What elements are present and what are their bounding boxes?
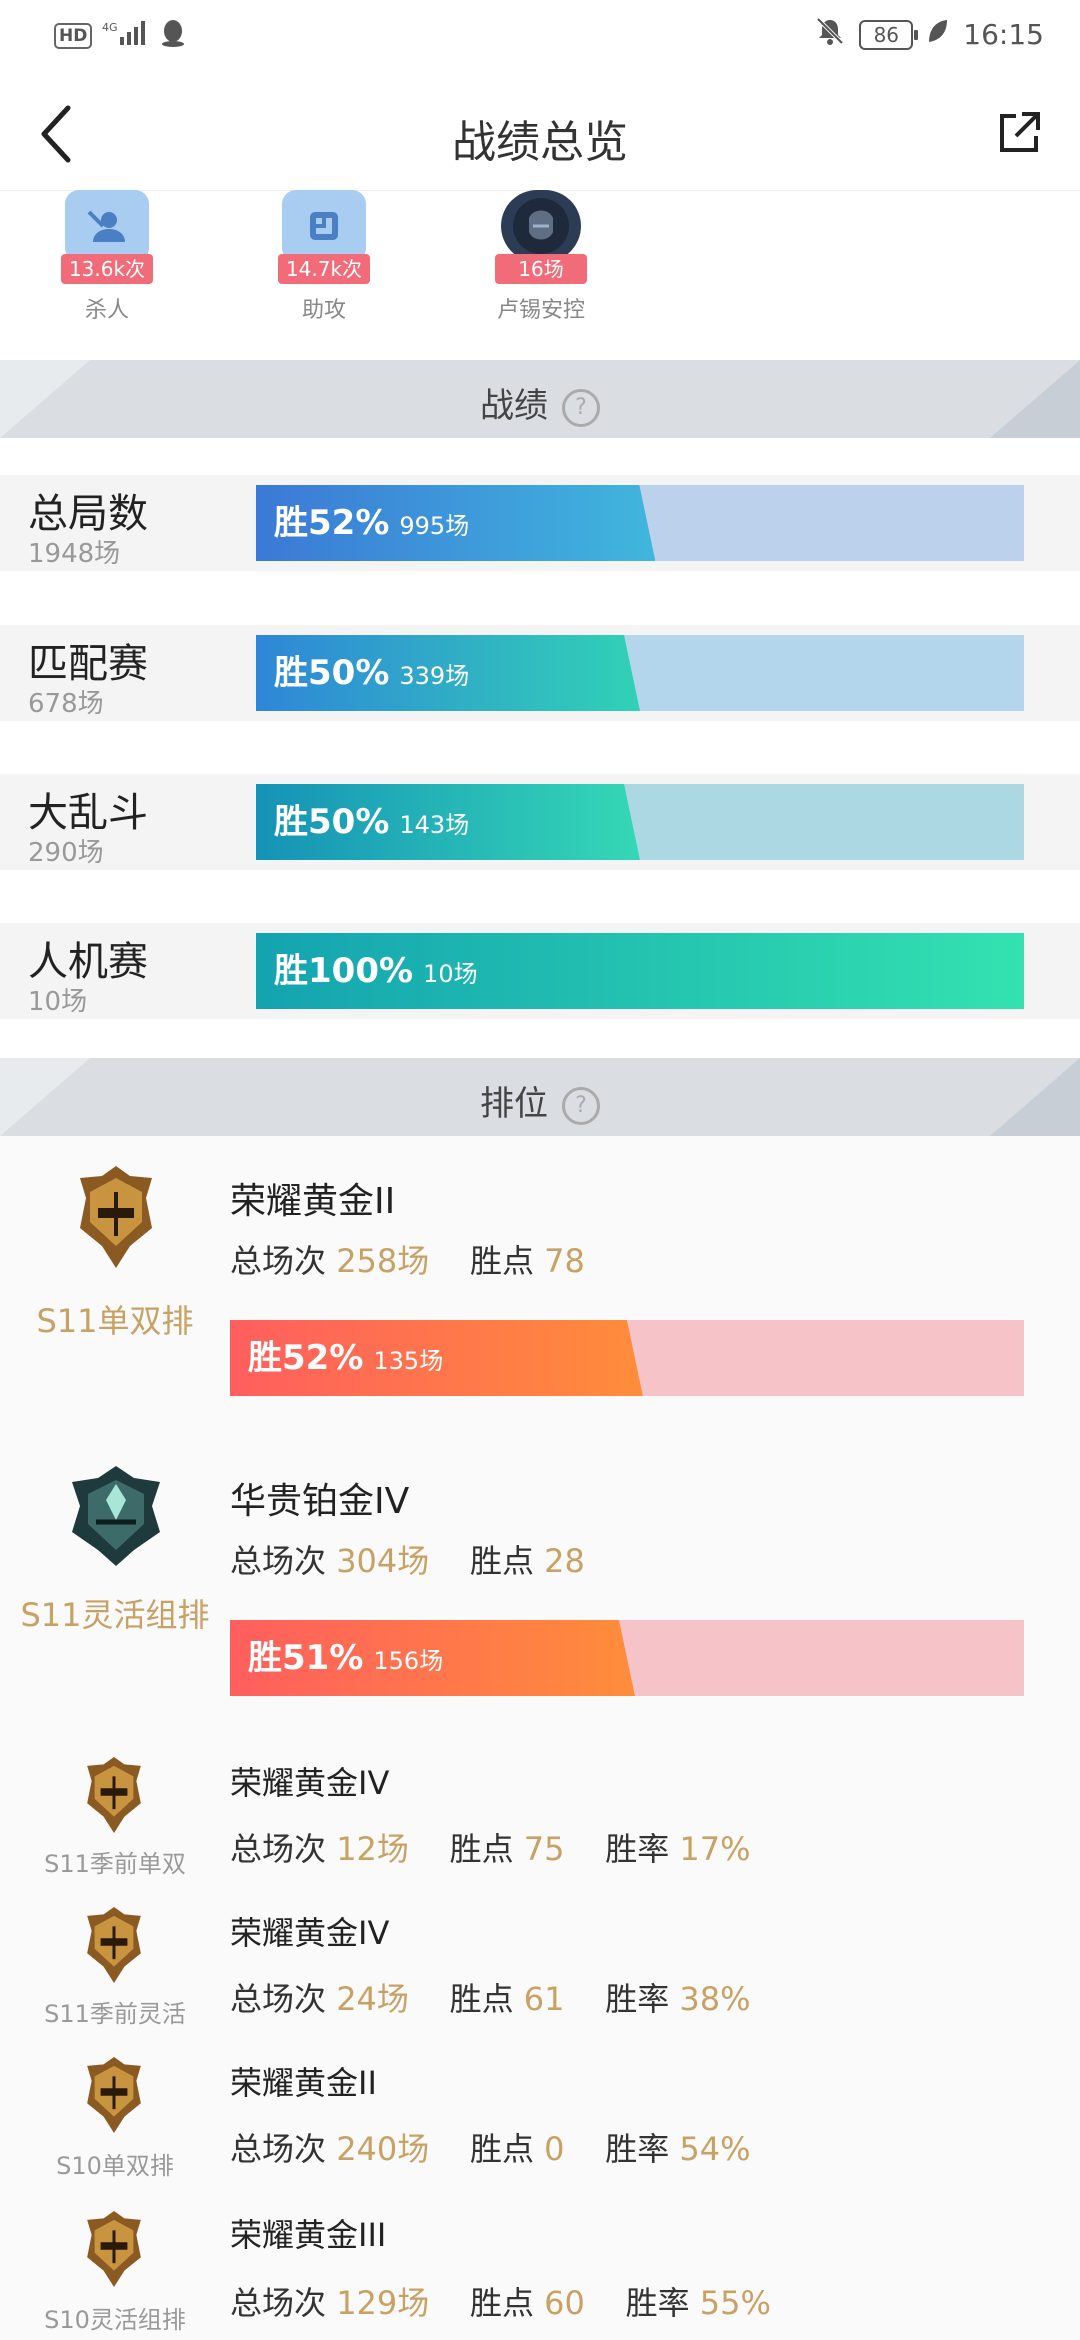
champion-caption: 卢锡安控: [496, 298, 585, 323]
season-label: S11灵活组排: [20, 1596, 210, 1634]
win-rate-bar: 胜100% 10场: [256, 933, 1024, 1009]
rank-section-label: 排位: [480, 1084, 548, 1124]
rank-row-s10-flex[interactable]: S10灵活组排 荣耀黄金III 总场次 129场 胜点 60 胜率 55%: [0, 2188, 1080, 2340]
win-rate-label: 胜52% 995场: [274, 503, 470, 543]
share-icon[interactable]: [994, 108, 1044, 158]
mode-row-match[interactable]: 匹配赛 678场 胜50% 339场: [0, 625, 1080, 721]
status-right: 86 16:15: [815, 16, 1044, 53]
rank-stats-line: 总场次 129场 胜点 60 胜率 55%: [230, 2284, 771, 2322]
rank-stats-line: 总场次 304场 胜点 28: [230, 1542, 585, 1580]
assist-icon: [282, 190, 366, 262]
mode-count: 290场: [28, 838, 104, 868]
rank-win-label: 胜51% 156场: [248, 1638, 444, 1678]
mode-count: 678场: [28, 689, 104, 719]
help-icon[interactable]: ?: [562, 388, 600, 427]
record-section-title: 战绩?: [0, 378, 1080, 427]
mode-row-bot[interactable]: 人机赛 10场 胜100% 10场: [0, 923, 1080, 1019]
mode-count: 1948场: [28, 539, 121, 569]
rank-stats-line: 总场次 12场 胜点 75 胜率 17%: [230, 1830, 751, 1868]
win-rate-label: 胜100% 10场: [274, 951, 478, 991]
tier-name: 荣耀黄金II: [230, 2064, 377, 2102]
season-label: S11季前灵活: [44, 2000, 186, 2028]
svg-text:4G: 4G: [102, 21, 118, 34]
win-rate-bar: 胜50% 339场: [256, 635, 1024, 711]
help-icon[interactable]: ?: [562, 1086, 600, 1125]
mode-count: 10场: [28, 987, 88, 1017]
tier-name: 荣耀黄金IV: [230, 1914, 390, 1952]
mode-name: 大乱斗: [28, 790, 148, 836]
rank-row-s10-solo[interactable]: S10单双排 荣耀黄金II 总场次 240场 胜点 0 胜率 54%: [0, 2036, 1080, 2190]
rank-win-bar: 胜52% 135场: [230, 1320, 1024, 1396]
mode-name: 人机赛: [28, 939, 148, 985]
win-rate-label: 胜50% 339场: [274, 653, 470, 693]
mute-bell-icon: [815, 16, 845, 53]
rank-section-title: 排位?: [0, 1076, 1080, 1125]
signal-icon: 4G: [102, 19, 150, 52]
page-title: 战绩总览: [452, 117, 628, 168]
rank-card-s11-flex[interactable]: S11灵活组排 华贵铂金IV 总场次 304场 胜点 28 胜51% 156场: [0, 1436, 1080, 1738]
title-bar: 战绩总览: [0, 78, 1080, 191]
gold-emblem-icon: [76, 2208, 152, 2294]
assist-caption: 助攻: [301, 298, 346, 323]
assist-stat: 14.7k次 助攻: [249, 190, 399, 324]
tier-name: 荣耀黄金IV: [230, 1764, 390, 1802]
win-rate-bar: 胜52% 995场: [256, 485, 1024, 561]
mode-row-total[interactable]: 总局数 1948场 胜52% 995场: [0, 475, 1080, 571]
rank-card-s11-solo[interactable]: S11单双排 荣耀黄金II 总场次 258场 胜点 78 胜52% 135场: [0, 1136, 1080, 1438]
top-stats: 13.6k次 杀人 14.7k次 助攻 16场 卢锡安控: [0, 190, 1080, 360]
season-label: S10单双排: [56, 2152, 174, 2180]
gold-emblem-icon: [70, 1162, 162, 1276]
record-section-label: 战绩: [480, 386, 548, 426]
tier-name: 荣耀黄金III: [230, 2216, 387, 2254]
season-label: S10灵活组排: [44, 2306, 186, 2334]
leaf-icon: [927, 18, 949, 51]
qq-icon: [160, 18, 186, 53]
kill-caption: 杀人: [84, 298, 129, 323]
champion-value: 16场: [495, 254, 587, 284]
rank-win-bar: 胜51% 156场: [230, 1620, 1024, 1696]
gold-emblem-icon: [76, 1754, 152, 1840]
champion-stat: 16场 卢锡安控: [466, 190, 616, 324]
rank-row-s11-pre-flex[interactable]: S11季前灵活 荣耀黄金IV 总场次 24场 胜点 61 胜率 38%: [0, 1886, 1080, 2038]
record-section-header: 战绩?: [0, 360, 1080, 438]
win-rate-label: 胜50% 143场: [274, 802, 470, 842]
platinum-emblem-icon: [66, 1462, 166, 1572]
tier-name: 华贵铂金IV: [230, 1481, 410, 1522]
rank-row-s11-pre-solo[interactable]: S11季前单双 荣耀黄金IV 总场次 12场 胜点 75 胜率 17%: [0, 1736, 1080, 1888]
mode-name: 总局数: [28, 491, 148, 537]
clock-time: 16:15: [963, 18, 1044, 51]
mode-row-aram[interactable]: 大乱斗 290场 胜50% 143场: [0, 774, 1080, 870]
kill-value: 13.6k次: [61, 254, 153, 284]
assist-value: 14.7k次: [278, 254, 370, 284]
season-label: S11季前单双: [44, 1850, 186, 1878]
rank-stats-line: 总场次 258场 胜点 78: [230, 1242, 585, 1280]
status-bar: HD 4G 86 16:15: [0, 0, 1080, 78]
kill-icon: [65, 190, 149, 262]
gold-emblem-icon: [76, 2054, 152, 2140]
tier-name: 荣耀黄金II: [230, 1181, 396, 1222]
rank-win-label: 胜52% 135场: [248, 1338, 444, 1378]
rank-section-header: 排位?: [0, 1058, 1080, 1136]
gold-emblem-icon: [76, 1904, 152, 1990]
hd-icon: HD: [54, 22, 93, 49]
status-left: HD 4G: [54, 18, 186, 53]
rank-stats-line: 总场次 240场 胜点 0 胜率 54%: [230, 2130, 751, 2168]
battery-indicator: 86: [859, 19, 919, 50]
win-rate-bar: 胜50% 143场: [256, 784, 1024, 860]
champion-avatar: [501, 190, 581, 262]
rank-stats-line: 总场次 24场 胜点 61 胜率 38%: [230, 1980, 751, 2018]
season-label: S11单双排: [36, 1302, 194, 1340]
kill-stat: 13.6k次 杀人: [32, 190, 182, 324]
mode-name: 匹配赛: [28, 641, 148, 687]
